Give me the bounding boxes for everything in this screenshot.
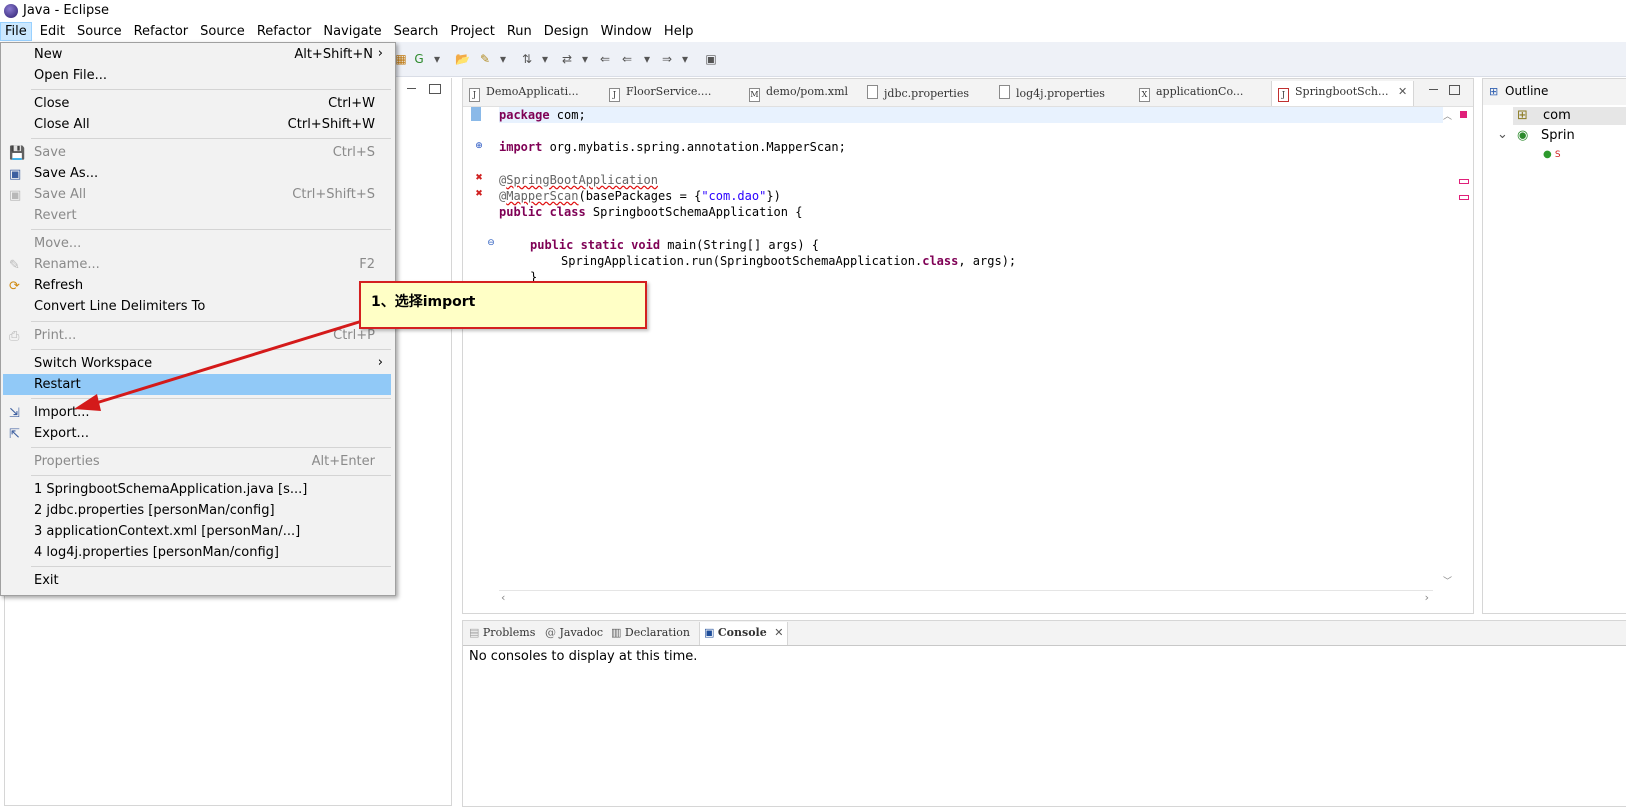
arrow-head bbox=[74, 394, 101, 411]
arrow-line bbox=[95, 316, 373, 405]
callout-text: 1、选择import bbox=[371, 294, 476, 310]
annotation-callout: 1、选择import bbox=[359, 281, 647, 329]
annotation-arrow bbox=[74, 316, 373, 411]
